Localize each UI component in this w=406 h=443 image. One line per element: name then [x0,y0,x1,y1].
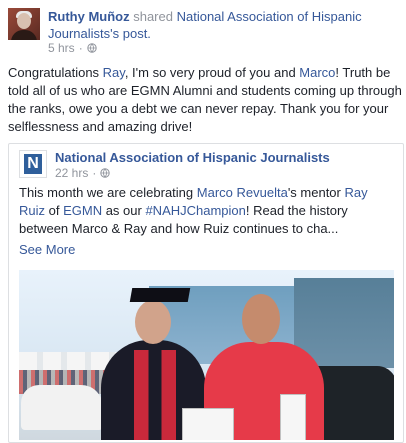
meta-separator: · [78,41,83,55]
organization-logo[interactable]: N [19,150,47,178]
shared-post-time[interactable]: 22 hrs [55,166,88,180]
shared-post-card[interactable]: N National Association of Hispanic Journ… [8,143,404,443]
shared-post-text: This month we are celebrating Marco Revu… [19,185,368,236]
globe-icon [100,168,111,178]
shared-post-link[interactable]: 's post. [110,26,151,41]
mention-ray[interactable]: Ray [103,65,125,80]
see-more-link[interactable]: See More [19,242,75,257]
post-body: Congratulations Ray, I'm so very proud o… [8,65,402,134]
globe-icon [86,43,97,53]
shared-meta-separator: · [92,166,97,180]
organization-name[interactable]: National Association of Hispanic Journal… [55,150,330,165]
feed-post: Ruthy Muñoz shared National Association … [0,0,406,443]
post-time[interactable]: 5 hrs [48,41,75,55]
post-photo[interactable] [19,270,394,440]
shared-post-meta: 22 hrs · [55,166,111,180]
author-avatar[interactable] [8,8,40,40]
mention-egmn[interactable]: EGMN [63,203,102,218]
post-meta: 5 hrs · [48,41,97,55]
shared-label: shared [133,9,173,24]
author-name[interactable]: Ruthy Muñoz [48,9,130,24]
mention-marco-revuelta[interactable]: Marco Revuelta [197,185,288,200]
hashtag-link[interactable]: #NAHJChampion [145,203,245,218]
mention-marco[interactable]: Marco [299,65,335,80]
post-header: Ruthy Muñoz shared National Association … [48,8,398,42]
